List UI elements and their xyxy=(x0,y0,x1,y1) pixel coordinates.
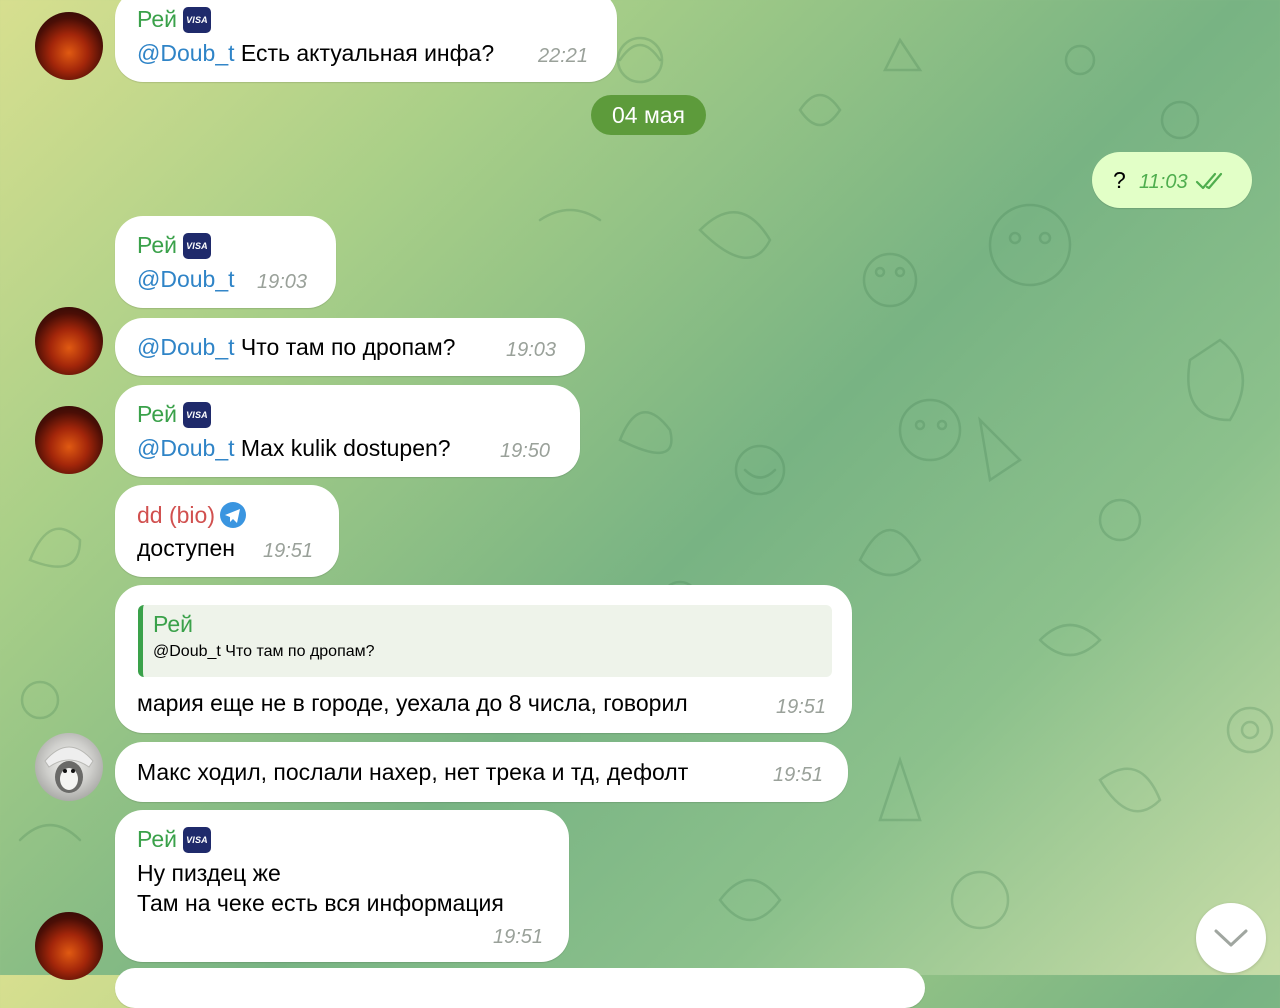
visa-badge: VISA xyxy=(182,826,211,853)
message-bubble[interactable]: Рей VISA @Doub_t 19:03 xyxy=(115,216,336,308)
message-text: @Doub_t Что там по дропам? xyxy=(137,334,456,360)
visa-badge: VISA xyxy=(182,232,211,259)
mention-link[interactable]: @Doub_t xyxy=(137,435,235,461)
message-time: 19:51 xyxy=(493,926,544,948)
sender-name[interactable]: dd (bio) xyxy=(137,501,247,529)
message-text: доступен xyxy=(137,535,235,561)
visa-badge: VISA xyxy=(182,6,211,33)
sender-name[interactable]: Рей VISA xyxy=(137,232,211,259)
avatar-penguin[interactable] xyxy=(35,733,103,801)
message-time: 19:51 xyxy=(773,764,824,786)
message-bubble[interactable]: Рей VISA @Doub_t Max kulik dostupen? 19:… xyxy=(115,385,580,477)
sender-name[interactable]: Рей VISA xyxy=(137,401,211,428)
message-time: 11:03 xyxy=(1139,171,1188,193)
mention-link[interactable]: @Doub_t xyxy=(137,40,235,66)
date-separator: 04 мая xyxy=(591,95,706,135)
message-bubble[interactable]: dd (bio) доступен 19:51 xyxy=(115,485,339,577)
mention-link[interactable]: @Doub_t xyxy=(137,266,235,292)
message-time: 19:50 xyxy=(500,440,551,462)
penguin-avatar-image xyxy=(44,746,94,793)
message-time: 19:03 xyxy=(257,271,308,293)
scroll-to-bottom-button[interactable] xyxy=(1196,903,1266,973)
telegram-plane-icon xyxy=(219,502,246,528)
avatar-rei[interactable] xyxy=(35,912,103,980)
double-check-icon xyxy=(1195,172,1223,190)
reply-quote[interactable]: Рей @Doub_t Что там по дропам? xyxy=(138,605,832,677)
message-time: 19:51 xyxy=(263,540,314,562)
message-text: ? xyxy=(1113,167,1126,193)
chevron-down-icon xyxy=(1214,929,1248,947)
message-bubble[interactable]: Рей VISA @Doub_t Есть актуальная инфа? 2… xyxy=(115,0,617,82)
message-time: 19:51 xyxy=(776,696,827,718)
mention-link[interactable]: @Doub_t xyxy=(137,334,235,360)
avatar-rei[interactable] xyxy=(35,307,103,375)
quote-text: @Doub_t Что там по дропам? xyxy=(153,643,375,660)
quote-sender: Рей xyxy=(153,611,193,637)
message-text: Макс ходил, послали нахер, нет трека и т… xyxy=(137,759,689,785)
message-time: 19:03 xyxy=(506,339,557,361)
message-text: @Doub_t Max kulik dostupen? xyxy=(137,435,451,461)
message-text: @Doub_t xyxy=(137,266,235,293)
outgoing-message-bubble[interactable]: ? 11:03 xyxy=(1092,152,1252,208)
visa-badge: VISA xyxy=(182,401,211,428)
message-bubble[interactable]: @Doub_t Что там по дропам? 19:03 xyxy=(115,318,585,376)
message-bubble[interactable]: Макс ходил, послали нахер, нет трека и т… xyxy=(115,742,848,802)
sender-name[interactable]: Рей VISA xyxy=(137,6,211,33)
avatar-rei[interactable] xyxy=(35,12,103,80)
message-text: мария еще не в городе, уехала до 8 числа… xyxy=(137,690,688,716)
avatar-rei[interactable] xyxy=(35,406,103,474)
message-text-line: Там на чеке есть вся информация xyxy=(137,890,504,916)
message-text-line: Ну пиздец же xyxy=(137,860,281,886)
message-bubble[interactable]: Рей VISA Ну пиздец же Там на чеке есть в… xyxy=(115,810,569,962)
message-text: @Doub_t Есть актуальная инфа? xyxy=(137,40,495,66)
message-bubble-partial[interactable] xyxy=(115,968,925,1008)
message-time: 22:21 xyxy=(538,45,589,67)
sender-name[interactable]: Рей VISA xyxy=(137,826,211,853)
